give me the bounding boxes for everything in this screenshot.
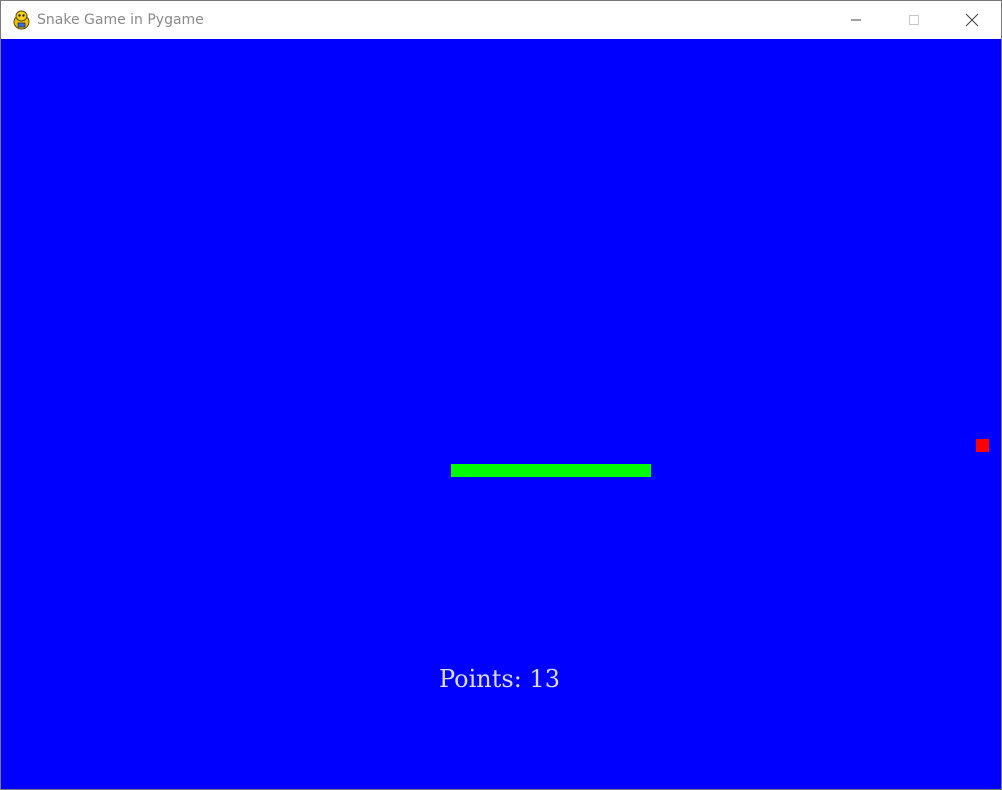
minimize-button[interactable] (827, 1, 885, 39)
score-label: Points: 13 (439, 665, 560, 693)
food-pellet (976, 439, 989, 452)
title-bar[interactable]: Snake Game in Pygame (1, 1, 1001, 39)
game-window: Snake Game in Pygame Points: 13 (0, 0, 1002, 790)
close-button[interactable] (943, 1, 1001, 39)
window-title: Snake Game in Pygame (37, 12, 204, 28)
maximize-button[interactable] (885, 1, 943, 39)
snake-body (451, 464, 651, 477)
pygame-snake-icon (12, 10, 31, 30)
game-canvas[interactable]: Points: 13 (1, 39, 1001, 789)
